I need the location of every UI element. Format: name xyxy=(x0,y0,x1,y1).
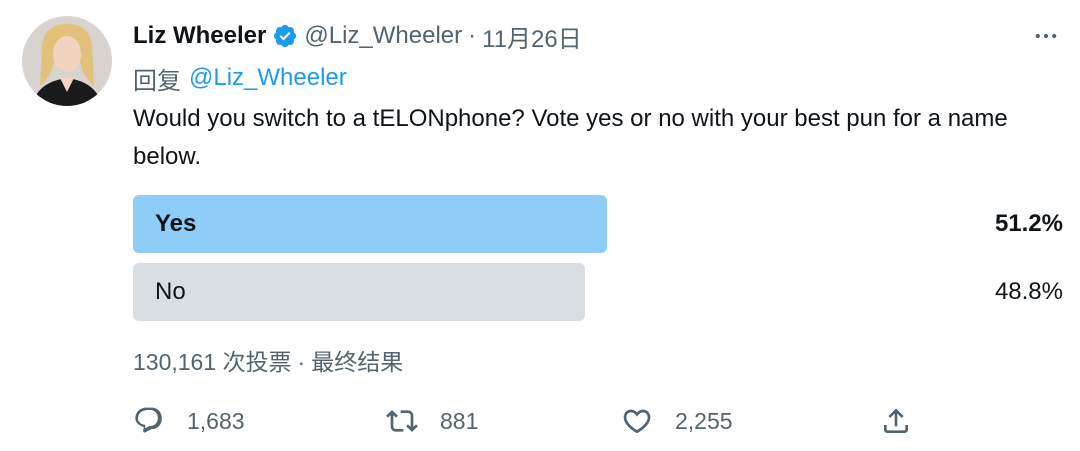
more-options-button[interactable] xyxy=(1026,16,1066,56)
reply-count: 1,683 xyxy=(187,407,245,434)
replying-to-label: 回复 xyxy=(133,67,181,95)
poll-vote-count: 130,161 次投票 xyxy=(133,349,292,375)
tweet-header: Liz Wheeler @Liz_Wheeler · 11月26日 xyxy=(133,14,582,58)
poll-bar-yes xyxy=(133,195,607,253)
poll-footer-separator: · xyxy=(297,349,306,375)
replying-to: 回复 @Liz_Wheeler xyxy=(133,58,347,98)
avatar[interactable] xyxy=(22,16,112,106)
poll-option-yes-label: Yes xyxy=(155,210,197,237)
share-icon xyxy=(884,408,908,433)
poll-option-no-percent: 48.8% xyxy=(994,278,1063,305)
retweet-count: 881 xyxy=(440,407,479,434)
tweet-text: Would you switch to a tELONphone? Vote y… xyxy=(133,105,1008,170)
reply-icon xyxy=(135,407,162,433)
retweet-button[interactable]: 881 xyxy=(386,400,478,442)
replying-to-handle-link[interactable]: @Liz_Wheeler xyxy=(189,64,347,92)
poll-option-no-label: No xyxy=(155,278,186,305)
separator-dot: · xyxy=(468,22,477,49)
heart-icon xyxy=(623,409,651,434)
verified-badge-icon xyxy=(272,23,298,49)
tweet-date[interactable]: 11月26日 xyxy=(482,19,582,54)
reply-button[interactable]: 1,683 xyxy=(133,400,245,442)
poll-bar-no xyxy=(133,263,585,321)
like-count: 2,255 xyxy=(675,407,733,434)
share-button[interactable] xyxy=(880,400,912,442)
poll-footer: 130,161 次投票 · 最终结果 xyxy=(133,342,403,382)
author-name[interactable]: Liz Wheeler xyxy=(133,22,266,50)
poll-status: 最终结果 xyxy=(311,349,404,375)
poll-option-yes-percent: 51.2% xyxy=(994,210,1063,237)
more-horizontal-icon xyxy=(1035,33,1057,39)
retweet-icon xyxy=(386,410,418,432)
avatar-image xyxy=(22,16,112,106)
author-handle[interactable]: @Liz_Wheeler xyxy=(304,22,462,50)
like-button[interactable]: 2,255 xyxy=(621,400,733,442)
